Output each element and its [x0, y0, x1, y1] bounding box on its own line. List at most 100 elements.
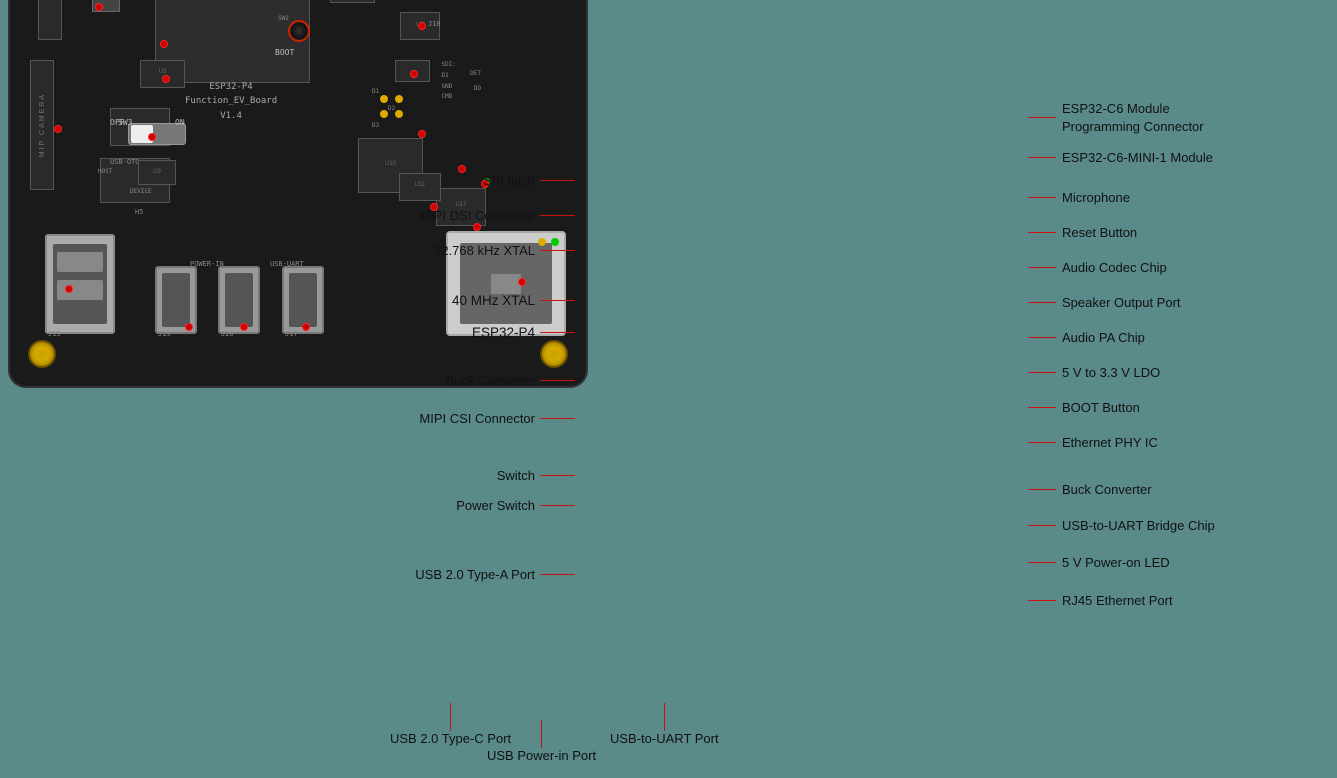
on-label: ON	[175, 118, 185, 127]
boot-label: BOOT	[275, 48, 294, 57]
annotation-audio-codec: Audio Codec Chip	[1028, 260, 1167, 275]
usb-a-ann-line	[540, 574, 575, 576]
switch-ann-line	[540, 475, 575, 477]
usb-c-j20-inner	[225, 273, 253, 327]
annotation-boot-btn: BOOT Button	[1028, 400, 1140, 415]
det-label: DET	[470, 70, 481, 77]
j15-label: J15	[48, 330, 61, 338]
led-yellow-3	[380, 110, 388, 118]
j17-label: J17	[285, 330, 298, 338]
mipi-camera-label: MIP CAMERA	[39, 93, 46, 157]
led-yellow-1	[380, 95, 388, 103]
usb-uart-port-ann-vline	[664, 703, 666, 731]
eth-phy-ann-text: Ethernet PHY IC	[1062, 435, 1158, 450]
annotation-usb-powerin: USB Power-in Port	[487, 720, 596, 763]
boot-button[interactable]	[288, 20, 310, 42]
chip-u9: U9	[138, 160, 176, 185]
annotation-xtal40: 40 MHz XTAL	[452, 293, 575, 308]
c6-prog-ann-text: ESP32-C6 ModuleProgramming Connector	[1062, 100, 1204, 135]
d2-label: D2	[388, 105, 395, 112]
mipi-display-connector: MIPI DISPLAY	[38, 0, 62, 40]
buck-left-ann-text: Buck Converter	[445, 373, 535, 388]
rj45-tab	[491, 274, 521, 294]
annotation-eth-phy: Ethernet PHY IC	[1028, 435, 1158, 450]
usb-c-j17-inner	[289, 273, 317, 327]
xtal40-ann-line	[540, 300, 575, 302]
buck-right-label: U11	[400, 182, 440, 188]
dot-usb-a	[65, 285, 73, 293]
dot-buck-left	[162, 75, 170, 83]
annotation-ldo: 5 V to 3.3 V LDO	[1028, 365, 1160, 380]
annotation-mipi-csi: MIPI CSI Connector	[419, 411, 575, 426]
power-led-ann-line	[1028, 562, 1056, 564]
spi-flash-ann-line	[540, 180, 575, 182]
annotation-xtal32: 32.768 kHz XTAL	[434, 243, 575, 258]
d3-label: D3	[372, 122, 379, 129]
audio-pa-ann-line	[1028, 337, 1056, 339]
usb-c-j19-inner	[162, 273, 190, 327]
led-yellow-4	[395, 110, 403, 118]
annotation-c6-mini: ESP32-C6-MINI-1 Module	[1028, 150, 1213, 165]
board-info: ESP32-P4 Function_EV_Board V1.4	[185, 80, 277, 123]
dot-usb-c-typec	[185, 323, 193, 331]
annotation-audio-pa: Audio PA Chip	[1028, 330, 1145, 345]
usb-a-tab1	[57, 252, 103, 272]
sdi-labels: SDI: D1 GND CMD	[442, 60, 456, 103]
esp32p4-ann-text: ESP32-P4	[472, 325, 535, 340]
corner-hole-bl	[28, 340, 56, 368]
dot-audio-pa	[418, 22, 426, 30]
c6-prog-ann-line	[1028, 117, 1056, 119]
annotation-spi-flash: SPI flash	[483, 173, 575, 188]
microphone-ann-line	[1028, 197, 1056, 199]
annotation-buck-left: Buck Converter	[445, 373, 575, 388]
dot-rj45	[518, 278, 526, 286]
annotation-reset: Reset Button	[1028, 225, 1137, 240]
j20-label: J20	[221, 330, 234, 338]
audio-pa-ann-text: Audio PA Chip	[1062, 330, 1145, 345]
dot-mipi-csi	[54, 125, 62, 133]
usb-powerin-ann-text: USB Power-in Port	[487, 748, 596, 763]
rj45-ann-line	[1028, 600, 1056, 602]
ldo-ann-text: 5 V to 3.3 V LDO	[1062, 365, 1160, 380]
usb-a-inner	[53, 244, 107, 324]
do-label: DO	[474, 85, 481, 92]
page-wrapper: J1 5V 5V GND 37 38 22 GND 5 4 GND NC 36 …	[0, 0, 1337, 778]
annotation-usb-a: USB 2.0 Type-A Port	[415, 567, 575, 582]
buck-converter-right: U11	[399, 173, 441, 201]
c6-mini-ann-line	[1028, 157, 1056, 159]
buck-left-label: U3	[141, 69, 184, 75]
xtal32-ann-line	[540, 250, 575, 252]
spi-flash-ann-text: SPI flash	[483, 173, 535, 188]
xtal32-ann-text: 32.768 kHz XTAL	[434, 243, 535, 258]
annotation-microphone: Microphone	[1028, 190, 1130, 205]
buck-right-ann-line	[1028, 489, 1056, 491]
ldo-ann-line	[1028, 372, 1056, 374]
power-led-ann-text: 5 V Power-on LED	[1062, 555, 1170, 570]
dot-esp32p4	[160, 40, 168, 48]
mipi-csi-ann-text: MIPI CSI Connector	[419, 411, 535, 426]
annotation-usb-uart-port: USB-to-UART Port	[610, 703, 719, 746]
mipi-dsi-ann-text: MIPI DSI Connector	[419, 208, 535, 223]
annotation-switch: Switch	[497, 468, 575, 483]
usb-a-ann-text: USB 2.0 Type-A Port	[415, 567, 535, 582]
host-label: HOST	[98, 168, 112, 175]
usb-uart-bridge-ann-text: USB-to-UART Bridge Chip	[1062, 518, 1215, 533]
board-name-text: ESP32-P4	[185, 80, 277, 94]
j10-label: J10	[428, 20, 441, 28]
mipi-camera-connector: MIP CAMERA	[30, 60, 54, 190]
usb-powerin-ann-vline	[541, 720, 543, 748]
chip-u9-label: U9	[139, 169, 175, 175]
annotation-rj45: RJ45 Ethernet Port	[1028, 593, 1173, 608]
chip-u5: U5	[330, 0, 375, 3]
annotation-buck-right: Buck Converter	[1028, 482, 1152, 497]
power-switch-ann-text: Power Switch	[456, 498, 535, 513]
board-model-text: Function_EV_Board	[185, 94, 277, 108]
annotation-power-led: 5 V Power-on LED	[1028, 555, 1170, 570]
d1-label: D1	[372, 88, 379, 95]
power-switch-ann-line	[540, 505, 575, 507]
usb-uart-port-ann-text: USB-to-UART Port	[610, 731, 719, 746]
dot-usb-uart-bridge	[473, 223, 481, 231]
speaker-out-ann-line	[1028, 302, 1056, 304]
buck-converter-left: U3	[140, 60, 185, 88]
device-label: DEVICE	[130, 188, 152, 195]
